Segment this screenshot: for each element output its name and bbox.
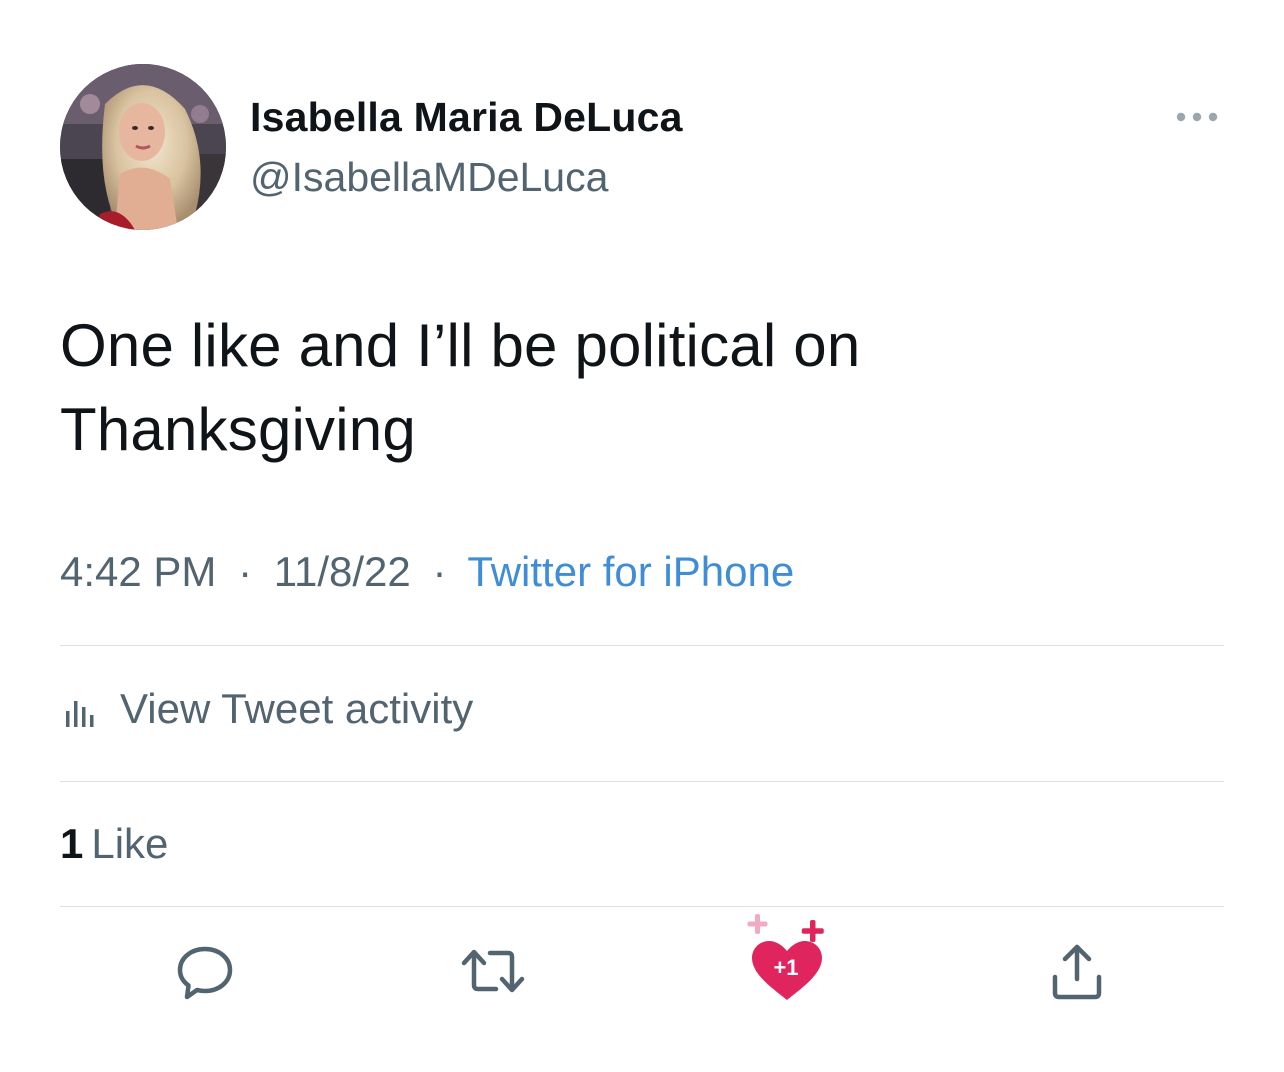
tweet-date[interactable]: 11/8/22 [274, 548, 411, 595]
avatar[interactable] [60, 64, 226, 230]
view-tweet-activity-label: View Tweet activity [120, 685, 474, 732]
profile-photo [60, 64, 226, 230]
likes-count: 1 [60, 820, 84, 867]
more-options-button[interactable] [1170, 100, 1224, 134]
divider [60, 906, 1224, 907]
meta-separator: · [432, 548, 447, 595]
view-tweet-activity-link[interactable]: View Tweet activity [60, 683, 473, 735]
divider [60, 781, 1224, 782]
display-name[interactable]: Isabella Maria DeLuca [250, 94, 683, 141]
tweet-time[interactable]: 4:42 PM [60, 548, 216, 595]
like-plus-one-badge: +1 [773, 955, 799, 980]
tweet-meta: 4:42 PM · 11/8/22 · Twitter for iPhone [60, 548, 794, 596]
reply-icon [177, 946, 233, 1000]
user-handle[interactable]: @IsabellaMDeLuca [250, 154, 608, 201]
like-button[interactable]: +1 [742, 908, 842, 1008]
retweet-button[interactable] [458, 936, 528, 1006]
share-icon [1052, 944, 1102, 1000]
share-button[interactable] [1042, 936, 1112, 1006]
retweet-icon [461, 949, 525, 993]
tweet-source-link[interactable]: Twitter for iPhone [467, 548, 794, 595]
bar-chart-icon [66, 701, 94, 727]
more-horizontal-icon [1176, 112, 1218, 122]
meta-separator: · [238, 548, 253, 595]
divider [60, 645, 1224, 646]
reply-button[interactable] [170, 936, 240, 1006]
likes-count-link[interactable]: 1 Like [60, 820, 168, 868]
tweet-text: One like and I’ll be political on Thanks… [60, 312, 861, 463]
likes-label: Like [91, 820, 169, 867]
